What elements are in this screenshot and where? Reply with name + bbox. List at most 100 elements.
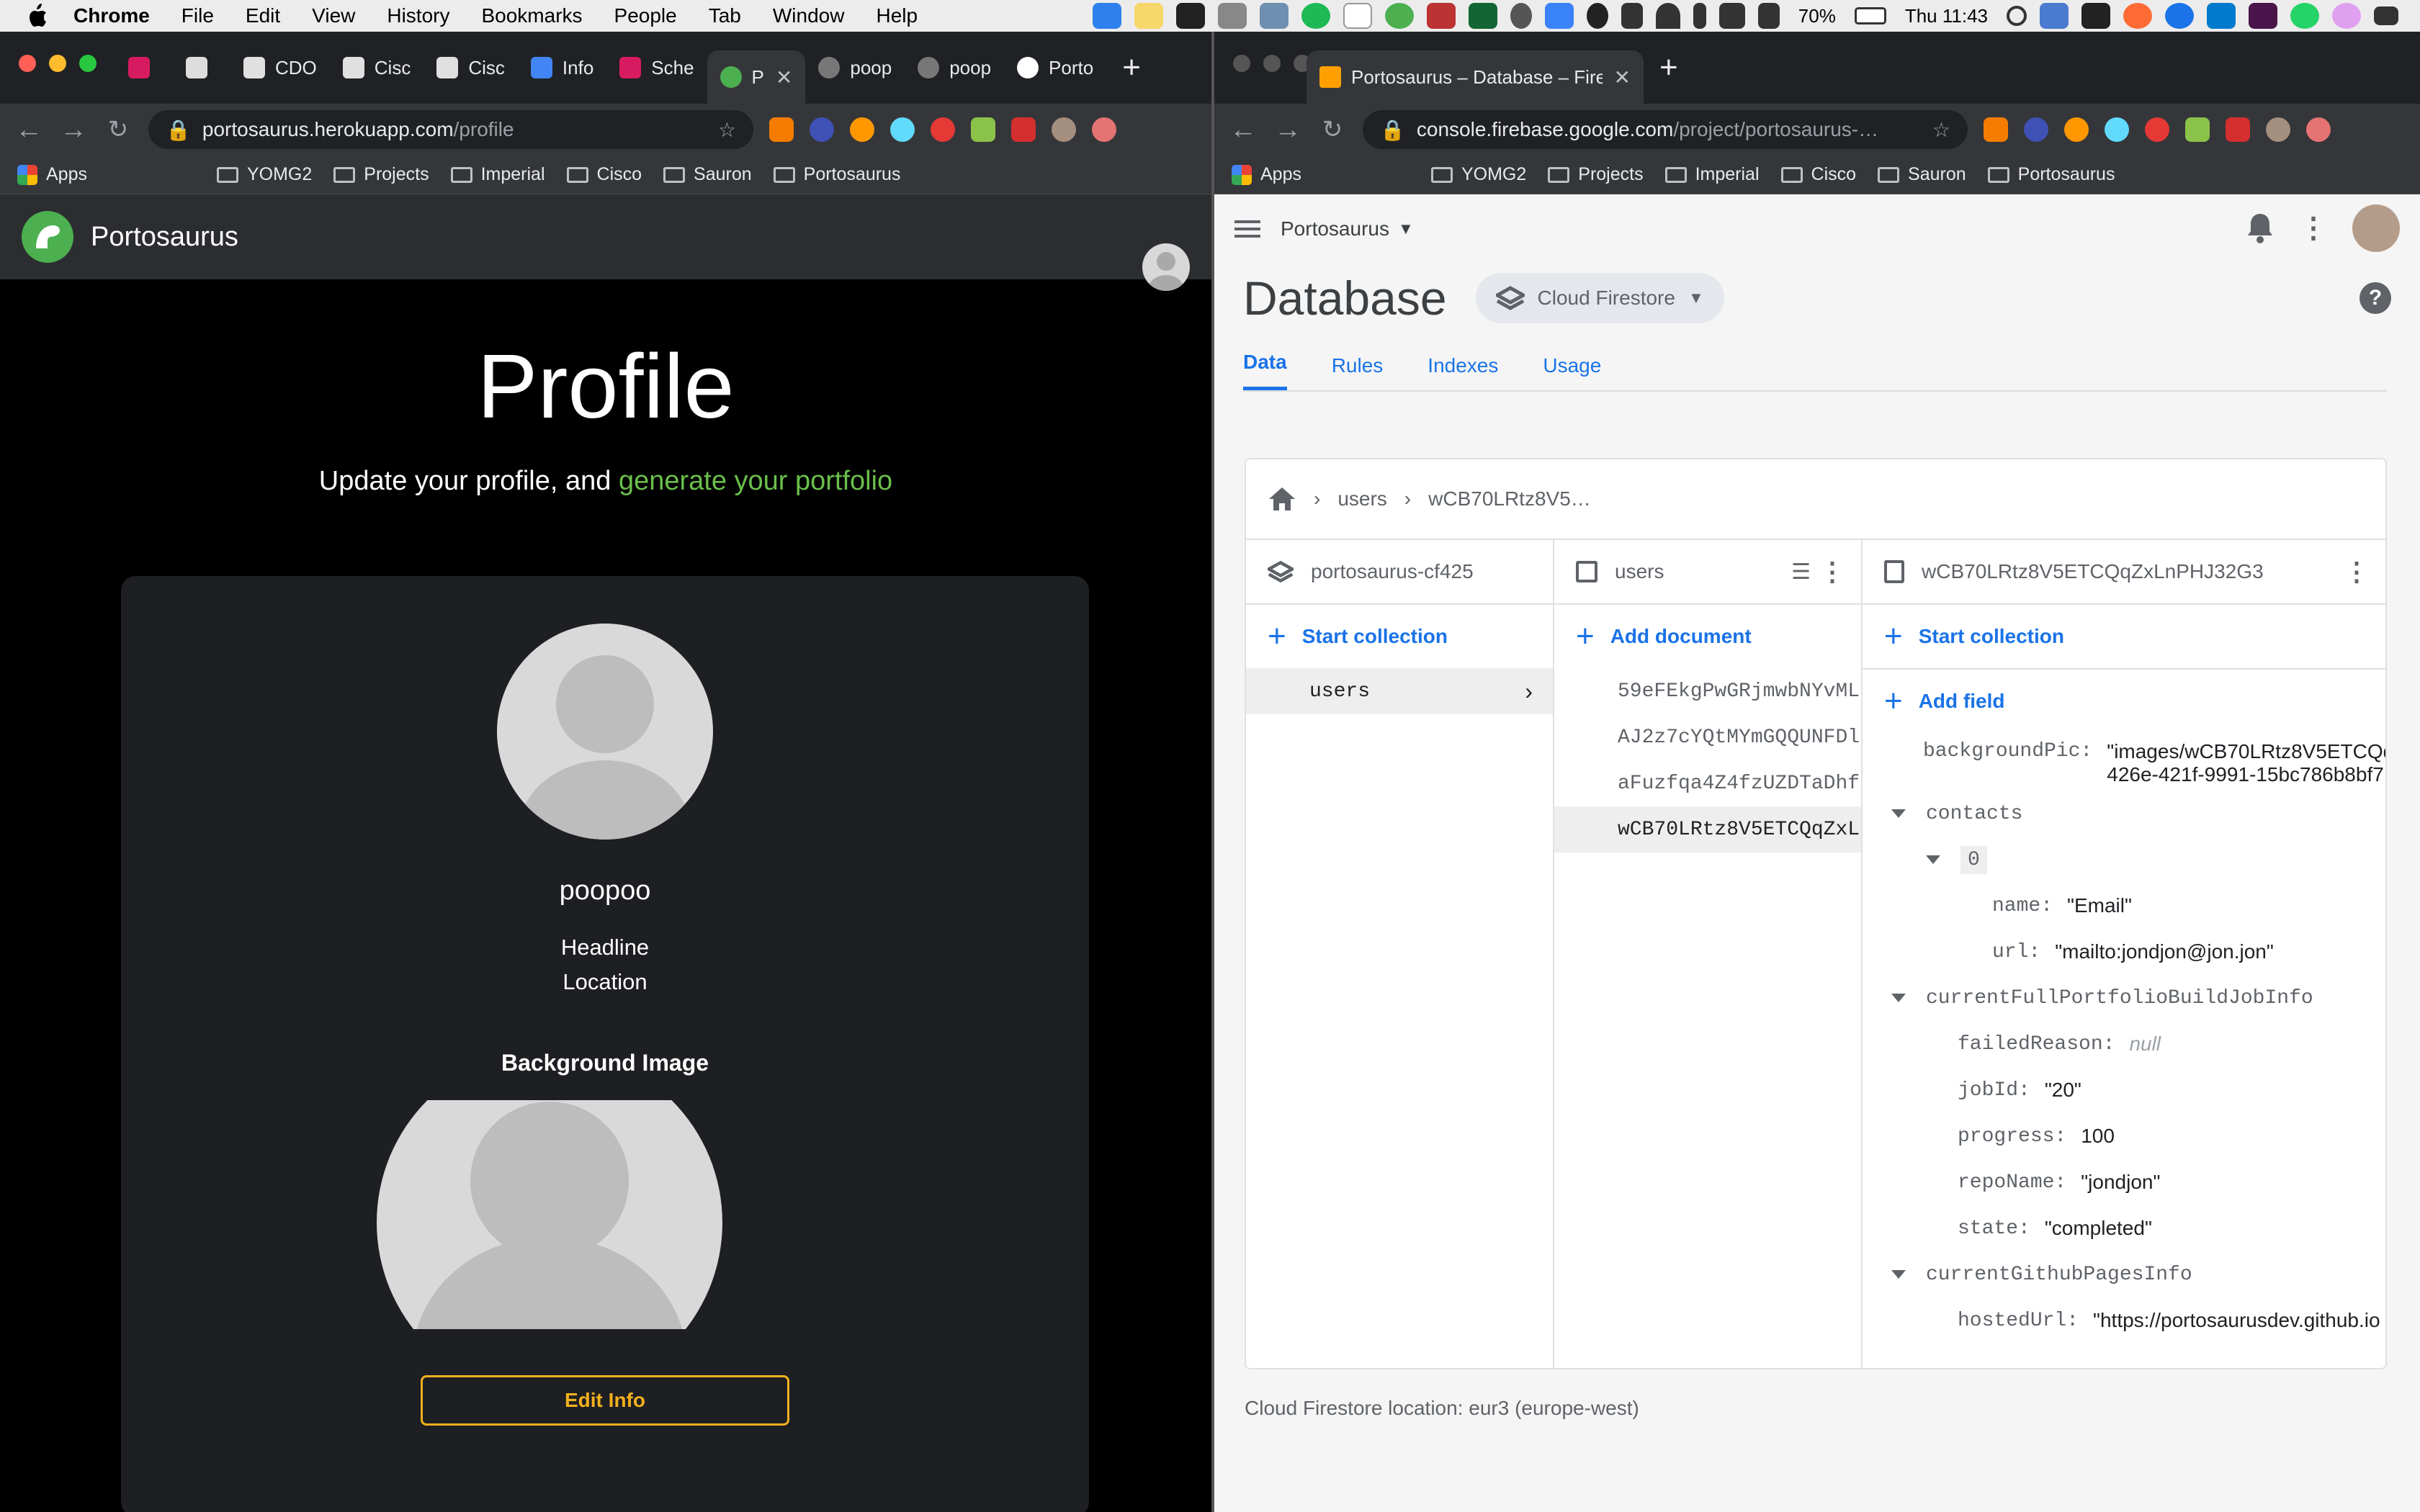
reload-icon[interactable]: ↻ [1318, 115, 1347, 144]
bookmark-folder-portosaurus[interactable]: Portosaurus [773, 164, 900, 185]
expand-triangle-icon[interactable] [1891, 1270, 1906, 1279]
bookmark-folder-projects[interactable]: Projects [333, 164, 429, 185]
bluetooth-icon[interactable] [1693, 3, 1706, 29]
app-brand-name[interactable]: Portosaurus [91, 222, 238, 253]
bookmark-folder-imperial[interactable]: Imperial [450, 164, 545, 185]
reload-icon[interactable]: ↻ [104, 115, 133, 144]
safari-icon[interactable] [1092, 3, 1121, 29]
extension-icon[interactable] [2226, 117, 2250, 142]
field-row-map[interactable]: currentFullPortfolioBuildJobInfo [1891, 975, 2385, 1021]
menu-help[interactable]: Help [876, 4, 918, 27]
database-type-selector[interactable]: Cloud Firestore ▼ [1475, 273, 1724, 323]
background-image-preview[interactable] [377, 1100, 722, 1329]
more-options-icon[interactable]: ⋮ [2344, 557, 2370, 587]
extension-icon[interactable] [931, 117, 955, 142]
tab-schedule[interactable]: Sche [606, 45, 707, 91]
bookmark-star-icon[interactable]: ☆ [1932, 118, 1950, 142]
profile-picture-icon[interactable] [497, 624, 713, 840]
start-collection-button[interactable]: + Start collection [1863, 605, 2385, 668]
document-item[interactable]: aFuzfqa4Z4fzUZDTaDhf [1554, 760, 1861, 806]
expand-triangle-icon[interactable] [1926, 855, 1940, 864]
extension-icon[interactable] [971, 117, 995, 142]
bookmark-folder-imperial[interactable]: Imperial [1664, 164, 1760, 185]
document-item[interactable]: AJ2z7cYQtMYmGQQUNFDl [1554, 714, 1861, 760]
tab-firebase-active[interactable]: Portosaurus – Database – Fireb ✕ [1307, 50, 1644, 104]
collection-item-users[interactable]: users › [1246, 668, 1553, 714]
close-tab-icon[interactable]: ✕ [1614, 66, 1631, 89]
bookmark-folder-yomg2[interactable]: YOMG2 [216, 164, 312, 185]
dictionary-icon[interactable] [1426, 3, 1456, 29]
menu-view[interactable]: View [312, 4, 355, 27]
account-avatar-icon[interactable] [2352, 204, 2400, 252]
hamburger-menu-icon[interactable] [1234, 216, 1260, 242]
sync-icon[interactable] [1510, 3, 1532, 29]
tab-data[interactable]: Data [1243, 351, 1287, 390]
bookmark-folder-sauron[interactable]: Sauron [663, 164, 752, 185]
menu-bookmarks[interactable]: Bookmarks [481, 4, 582, 27]
back-icon[interactable]: ← [1229, 114, 1258, 145]
forward-icon[interactable]: → [59, 114, 88, 145]
more-options-icon[interactable]: ⋮ [2299, 212, 2328, 245]
add-document-button[interactable]: + Add document [1554, 605, 1861, 668]
extension-icon[interactable] [1011, 117, 1036, 142]
back-icon[interactable]: ← [14, 114, 43, 145]
add-field-button[interactable]: + Add field [1863, 670, 2385, 733]
extension-icon[interactable] [2024, 117, 2048, 142]
menu-file[interactable]: File [182, 4, 214, 27]
tab-1[interactable] [115, 45, 173, 91]
extension-icon[interactable] [1092, 117, 1116, 142]
tab-cisco-2[interactable]: Cisc [424, 45, 518, 91]
tab-rules[interactable]: Rules [1332, 354, 1384, 390]
bookmark-folder-projects[interactable]: Projects [1548, 164, 1644, 185]
notifications-bell-icon[interactable] [2246, 212, 2275, 244]
field-row-map[interactable]: contacts [1891, 791, 2385, 837]
bookmark-folder-cisco[interactable]: Cisco [566, 164, 642, 185]
field-row[interactable]: url: "mailto:jondjon@jon.jon" [1923, 929, 2385, 975]
user-switch-icon[interactable] [2040, 3, 2069, 29]
extension-icon[interactable] [1984, 117, 2008, 142]
maps-icon[interactable] [1384, 3, 1414, 29]
field-row[interactable]: progress: 100 [1923, 1113, 2385, 1159]
extension-icon[interactable] [769, 117, 794, 142]
menu-history[interactable]: History [387, 4, 449, 27]
start-collection-button[interactable]: + Start collection [1246, 605, 1553, 668]
extension-icon[interactable] [2185, 117, 2210, 142]
close-window-button[interactable] [19, 55, 36, 72]
tab-poop-1[interactable]: poop [805, 45, 905, 91]
more-options-icon[interactable]: ⋮ [1819, 557, 1845, 587]
whatsapp-icon[interactable] [2290, 3, 2319, 29]
home-icon[interactable] [1268, 486, 1296, 512]
system-preferences-icon[interactable] [1217, 3, 1247, 29]
activity-monitor-icon[interactable] [1468, 3, 1497, 29]
filter-icon[interactable]: ☰ [1791, 559, 1811, 585]
clock[interactable]: Thu 11:43 [1905, 5, 1988, 27]
extension-icon[interactable] [2145, 117, 2169, 142]
bookmark-folder-sauron[interactable]: Sauron [1878, 164, 1966, 185]
notification-center-icon[interactable] [2374, 6, 2398, 25]
breadcrumb-document[interactable]: wCB70LRtz8V5… [1428, 487, 1591, 510]
extension-icon[interactable] [810, 117, 834, 142]
bookmark-star-icon[interactable]: ☆ [718, 118, 736, 142]
menu-extra-icon[interactable] [2081, 3, 2110, 29]
project-selector[interactable]: Portosaurus ▼ [1281, 217, 1414, 240]
field-row[interactable]: repoName: "jondjon" [1923, 1159, 2385, 1205]
preview-icon[interactable] [1259, 3, 1289, 29]
document-item[interactable]: 59eFEkgPwGRjmwbNYvML [1554, 668, 1861, 714]
field-row[interactable]: state: "completed" [1923, 1205, 2385, 1251]
edit-info-button[interactable]: Edit Info [421, 1375, 789, 1426]
menu-edit[interactable]: Edit [246, 4, 280, 27]
help-icon[interactable]: ? [2360, 282, 2391, 314]
bookmark-apps[interactable]: Apps [1232, 164, 1301, 185]
expand-triangle-icon[interactable] [1891, 994, 1906, 1002]
generate-portfolio-link[interactable]: generate your portfolio [619, 466, 892, 496]
tab-portosaurus-active[interactable]: P ✕ [707, 50, 806, 104]
menu-window[interactable]: Window [773, 4, 845, 27]
battery-icon[interactable] [1854, 7, 1886, 24]
bookmark-folder-portosaurus[interactable]: Portosaurus [1987, 164, 2115, 185]
react-devtools-icon[interactable] [2105, 117, 2129, 142]
location-icon[interactable] [2165, 3, 2194, 29]
calendar-icon[interactable] [1343, 3, 1372, 29]
docker-icon[interactable] [1718, 3, 1745, 29]
field-row[interactable]: name: "Email" [1923, 883, 2385, 929]
minimize-window-button[interactable] [1263, 55, 1281, 72]
